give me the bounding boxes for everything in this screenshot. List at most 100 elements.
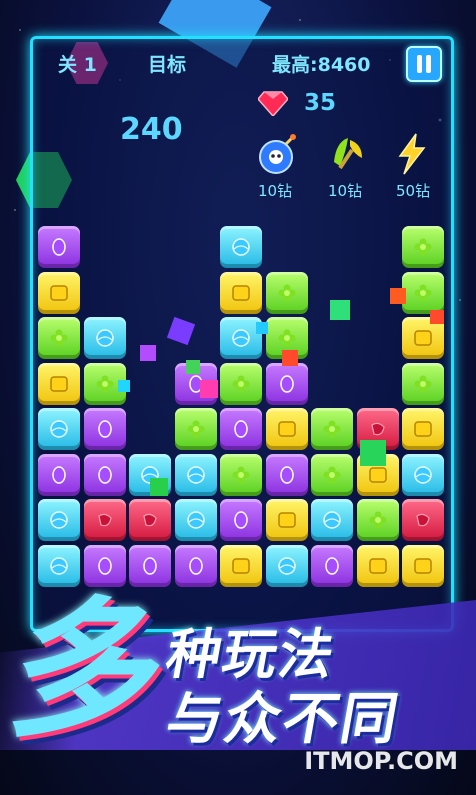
bomb-icon[interactable]: [256, 132, 300, 176]
tile-blue[interactable]: [83, 317, 126, 359]
tile-blue[interactable]: [174, 453, 217, 496]
blue-candy-icon: [232, 238, 250, 256]
lightning-icon[interactable]: [390, 132, 434, 176]
hammer-cost: 10钻: [328, 182, 363, 200]
green-candy-icon: [323, 466, 341, 483]
tile-purple[interactable]: [83, 453, 126, 496]
blue-candy-icon: [186, 511, 205, 529]
yellow-candy-icon: [232, 284, 250, 301]
tile-purple[interactable]: [174, 544, 217, 587]
purple-candy-icon: [97, 465, 112, 484]
tile-yellow[interactable]: [356, 544, 399, 587]
tile-purple[interactable]: [83, 544, 126, 587]
yellow-candy-icon: [414, 557, 432, 574]
green-candy-icon: [232, 466, 250, 483]
pause-button[interactable]: [406, 46, 442, 82]
tile-yellow[interactable]: [38, 362, 80, 405]
tile-purple[interactable]: [38, 453, 80, 496]
tile-blue[interactable]: [38, 544, 80, 587]
blue-candy-icon: [50, 556, 68, 575]
tile-blue[interactable]: [311, 499, 353, 541]
purple-candy-icon: [97, 420, 112, 438]
tile-green[interactable]: [402, 226, 444, 268]
tile-purple[interactable]: [265, 362, 308, 405]
tile-green[interactable]: [402, 271, 444, 314]
green-candy-icon: [50, 329, 68, 347]
green-candy-icon: [414, 284, 432, 301]
tile-red[interactable]: [129, 499, 171, 541]
particle: [140, 345, 156, 361]
current-score: 240: [120, 112, 183, 147]
tile-yellow[interactable]: [265, 408, 308, 450]
blue-candy-icon: [50, 511, 68, 529]
purple-candy-icon: [325, 556, 339, 575]
tile-purple[interactable]: [265, 453, 308, 496]
tile-purple[interactable]: [220, 408, 262, 450]
purple-candy-icon: [52, 465, 66, 484]
green-candy-icon: [187, 420, 204, 438]
particle: [430, 310, 444, 324]
tile-purple[interactable]: [38, 226, 80, 268]
blue-candy-icon: [95, 329, 114, 347]
tile-blue[interactable]: [265, 544, 308, 587]
bomb-cost: 10钻: [258, 182, 293, 200]
tile-purple[interactable]: [311, 544, 353, 587]
tile-yellow[interactable]: [265, 499, 308, 541]
site-watermark: ITMOP.COM: [304, 747, 458, 775]
green-candy-icon: [323, 420, 341, 438]
tile-blue[interactable]: [402, 453, 444, 496]
yellow-candy-icon: [414, 421, 432, 437]
blue-candy-icon: [232, 329, 250, 347]
tile-green[interactable]: [38, 317, 80, 359]
particle: [390, 288, 406, 304]
promo-line-2: 与众不同: [161, 687, 405, 752]
blue-candy-icon: [414, 465, 432, 484]
yellow-candy-icon: [277, 512, 296, 528]
tile-yellow[interactable]: [402, 544, 444, 587]
tile-green[interactable]: [220, 362, 262, 405]
tile-yellow[interactable]: [220, 271, 262, 314]
green-candy-icon: [232, 375, 250, 392]
red-candy-icon: [416, 513, 430, 527]
tile-purple[interactable]: [129, 544, 171, 587]
tile-yellow[interactable]: [402, 408, 444, 450]
tile-yellow[interactable]: [38, 271, 80, 314]
tile-blue[interactable]: [220, 226, 262, 268]
red-candy-icon: [370, 422, 385, 436]
tile-red[interactable]: [83, 499, 126, 541]
tile-green[interactable]: [311, 453, 353, 496]
particle: [150, 478, 168, 496]
tile-green[interactable]: [265, 271, 308, 314]
tile-red[interactable]: [402, 499, 444, 541]
green-candy-icon: [278, 329, 295, 347]
gem-icon: [258, 91, 288, 116]
red-candy-icon: [97, 513, 112, 527]
tile-purple[interactable]: [220, 499, 262, 541]
tile-blue[interactable]: [38, 408, 80, 450]
best-score-label: 最高:8460: [272, 54, 371, 76]
tile-green[interactable]: [356, 499, 399, 541]
tile-green[interactable]: [174, 408, 217, 450]
tile-blue[interactable]: [38, 499, 80, 541]
tile-blue[interactable]: [174, 499, 217, 541]
purple-candy-icon: [279, 465, 294, 484]
particle: [256, 322, 268, 334]
tile-green[interactable]: [311, 408, 353, 450]
hammer-icon[interactable]: [326, 132, 370, 176]
yellow-candy-icon: [50, 284, 68, 301]
yellow-candy-icon: [50, 375, 68, 392]
blue-candy-icon: [50, 420, 68, 438]
particle: [282, 350, 298, 366]
purple-candy-icon: [143, 556, 157, 575]
tile-green[interactable]: [402, 362, 444, 405]
level-label: 关 1: [58, 54, 97, 76]
particle: [118, 380, 130, 392]
yellow-candy-icon: [368, 466, 387, 483]
particle: [360, 440, 386, 466]
tile-yellow[interactable]: [220, 544, 262, 587]
green-candy-icon: [278, 284, 295, 301]
tile-purple[interactable]: [83, 408, 126, 450]
purple-candy-icon: [279, 374, 294, 393]
tile-green[interactable]: [220, 453, 262, 496]
target-label: 目标: [148, 54, 187, 76]
